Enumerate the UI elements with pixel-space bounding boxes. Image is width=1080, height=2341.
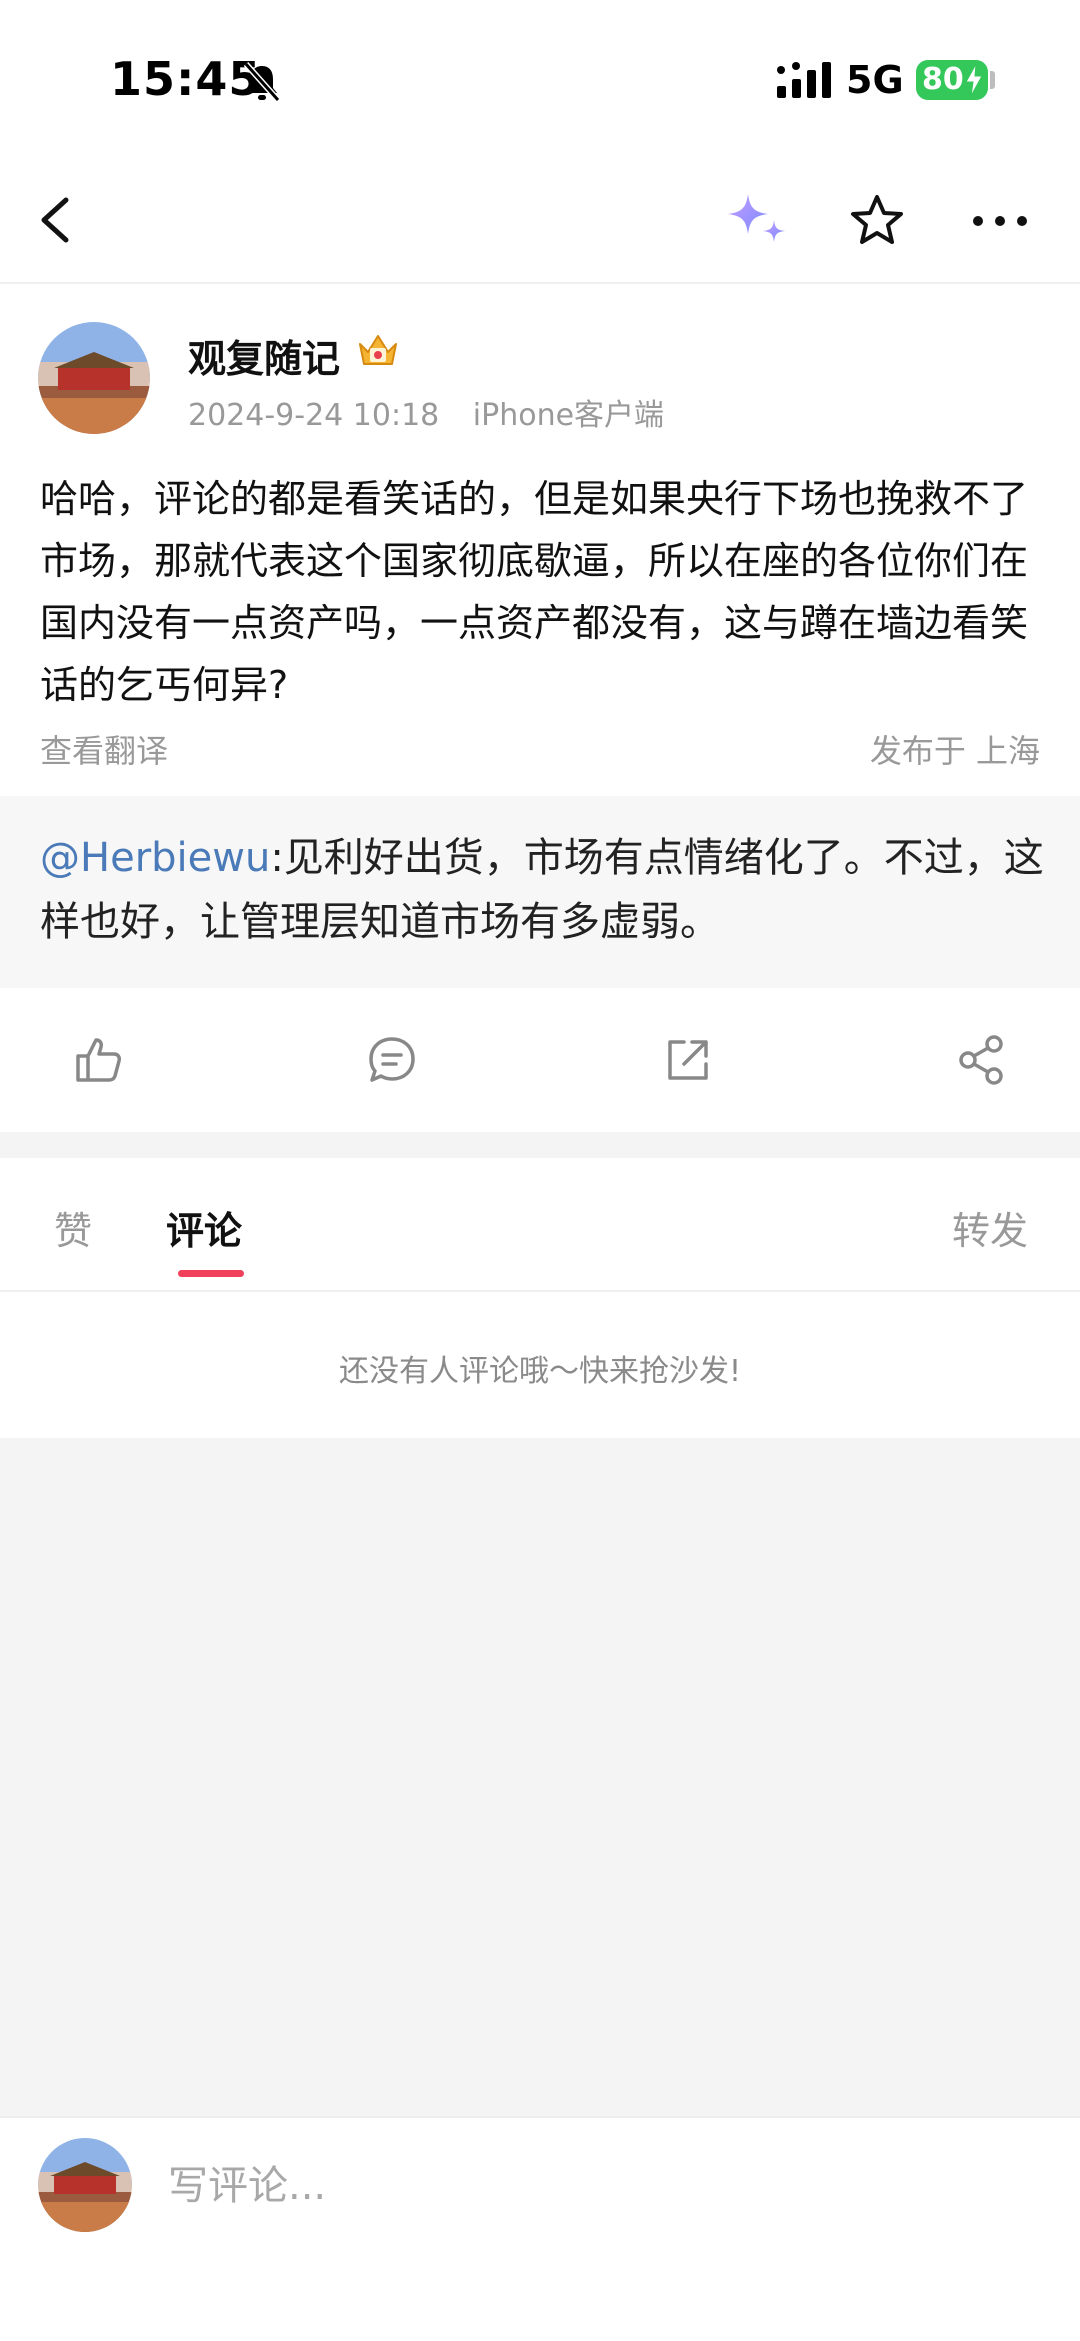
- more-icon[interactable]: [968, 206, 1032, 236]
- post-meta: 2024-9-24 10:18 iPhone客户端: [188, 390, 688, 434]
- quoted-post[interactable]: @Herbiewu:见利好出货，市场有点情绪化了。不过，这样也好，让管理层知道市…: [0, 796, 1080, 988]
- status-time: 15:45: [110, 52, 262, 106]
- share-icon[interactable]: [956, 1034, 1008, 1086]
- battery-level: 80: [922, 62, 964, 97]
- empty-comments-text: 还没有人评论哦～快来抢沙发!: [338, 1354, 742, 1389]
- post-card: 观复随记 2024-9-24 10:18 iPhone客户端 哈哈，评论的都是看…: [0, 284, 1080, 796]
- post-client: iPhone客户端: [472, 398, 665, 433]
- post-date: 2024-9-24 10:18: [188, 398, 440, 433]
- post-text: 哈哈，评论的都是看笑话的，但是如果央行下场也挽救不了市场，那就代表这个国家彻底歇…: [40, 477, 1029, 707]
- author-avatar[interactable]: [38, 322, 150, 434]
- comment-bar: [0, 2116, 1080, 2341]
- action-bar: [0, 988, 1080, 1132]
- quoted-text-block: @Herbiewu:见利好出货，市场有点情绪化了。不过，这样也好，让管理层知道市…: [40, 826, 1050, 954]
- crown-badge-icon: [359, 335, 397, 365]
- tab-comments[interactable]: 评论: [166, 1200, 242, 1255]
- comment-icon[interactable]: [366, 1034, 418, 1086]
- nav-bar: [0, 150, 1080, 284]
- ai-sparkle-icon[interactable]: [722, 190, 792, 252]
- mention-link[interactable]: @Herbiewu: [40, 835, 270, 881]
- author-name[interactable]: 观复随记: [188, 328, 340, 383]
- post-location: 发布于 上海: [869, 732, 1040, 770]
- bell-muted-icon: [243, 62, 281, 102]
- repost-icon[interactable]: [662, 1034, 714, 1086]
- star-icon[interactable]: [848, 192, 906, 250]
- charging-bolt-icon: [965, 63, 983, 97]
- signal-icon: [777, 62, 831, 98]
- back-icon[interactable]: [30, 192, 82, 248]
- tab-bar: 赞 评论 转发: [0, 1158, 1080, 1292]
- battery-tip: [990, 71, 995, 89]
- network-label: 5G: [846, 58, 904, 102]
- tab-likes[interactable]: 赞: [54, 1200, 92, 1255]
- active-tab-indicator: [178, 1270, 244, 1277]
- user-avatar[interactable]: [38, 2138, 132, 2232]
- comment-input[interactable]: [168, 2148, 1018, 2224]
- like-icon[interactable]: [72, 1034, 124, 1086]
- empty-comments: 还没有人评论哦～快来抢沙发!: [0, 1292, 1080, 1438]
- status-bar: 15:45 5G 80: [0, 0, 1080, 150]
- tab-reposts[interactable]: 转发: [952, 1200, 1028, 1255]
- translate-link[interactable]: 查看翻译: [40, 726, 168, 772]
